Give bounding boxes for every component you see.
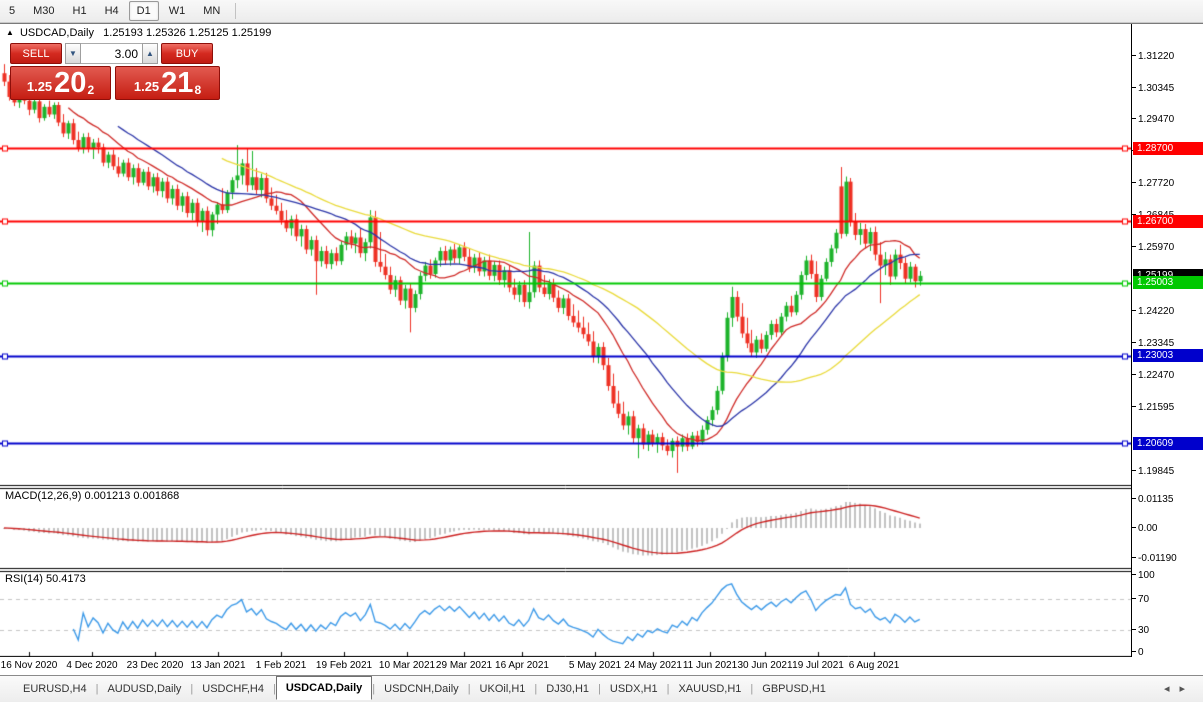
chart-symbol: USDCAD,Daily xyxy=(20,27,94,39)
date-tick-label: 1 Feb 2021 xyxy=(256,660,307,671)
macd-axis-tick: -0.01190 xyxy=(1132,553,1177,564)
macd-axis-tick: 0.01135 xyxy=(1132,494,1173,505)
date-tick-label: 30 Jun 2021 xyxy=(737,660,792,671)
sell-price-pips: 20 xyxy=(54,69,86,97)
buy-price-panel[interactable]: 1.25218 xyxy=(115,66,220,100)
price-tick: 1.24220 xyxy=(1132,306,1174,317)
date-tick-label: 6 Aug 2021 xyxy=(849,660,900,671)
price-tick: 1.30345 xyxy=(1132,83,1174,94)
chart-title-triangle-icon: ▲ xyxy=(6,28,14,37)
price-tick: 1.31220 xyxy=(1132,51,1174,62)
date-tick-label: 19 Feb 2021 xyxy=(316,660,372,671)
date-tick-label: 13 Jan 2021 xyxy=(190,660,245,671)
tab-usdcnh-daily[interactable]: USDCNH,Daily xyxy=(375,680,468,699)
price-level-label: 1.23003 xyxy=(1133,349,1203,362)
toolbar-separator xyxy=(235,3,236,19)
buy-price-figure: 1.25 xyxy=(134,79,159,94)
buy-price-pips: 21 xyxy=(161,69,193,97)
price-tick: 1.23345 xyxy=(1132,338,1174,349)
tab-scroll-buttons: ◂▸ xyxy=(1164,682,1195,695)
tab-usdx-h1[interactable]: USDX,H1 xyxy=(601,680,667,699)
price-level-label: 1.25003 xyxy=(1133,276,1203,289)
date-tick-label: 11 Jun 2021 xyxy=(683,660,737,671)
chart-quotes: 1.25193 1.25326 1.25125 1.25199 xyxy=(103,27,271,39)
date-tick-label: 23 Dec 2020 xyxy=(127,660,184,671)
tab-scroll-right-icon[interactable]: ▸ xyxy=(1179,683,1195,695)
volume-increase-button[interactable]: ▲ xyxy=(142,43,158,64)
date-tick-label: 24 May 2021 xyxy=(624,660,682,671)
price-tick: 1.25970 xyxy=(1132,242,1174,253)
price-chart-canvas[interactable] xyxy=(0,24,1131,657)
price-tick: 1.29470 xyxy=(1132,114,1174,125)
sell-button[interactable]: SELL xyxy=(10,43,62,64)
timeframe-buttons: 5M30H1H4D1W1MN xyxy=(0,1,229,21)
date-tick-label: 4 Dec 2020 xyxy=(66,660,117,671)
buy-button[interactable]: BUY xyxy=(161,43,213,64)
date-axis[interactable]: 16 Nov 2020 4 Dec 2020 23 Dec 2020 13 Jan 2… xyxy=(0,657,1203,676)
mt4-terminal: 5M30H1H4D1W1MN ▲ USDCAD,Daily 1.25193 1.… xyxy=(0,0,1203,702)
tab-dj30-h1[interactable]: DJ30,H1 xyxy=(537,680,598,699)
date-tick-label: 10 Mar 2021 xyxy=(379,660,435,671)
macd-indicator-label: MACD(12,26,9) 0.001213 0.001868 xyxy=(5,490,179,502)
tab-ukoil-h1[interactable]: UKOil,H1 xyxy=(471,680,535,699)
timeframe-h4[interactable]: H4 xyxy=(97,1,127,21)
tab-usdchf-h4[interactable]: USDCHF,H4 xyxy=(193,680,273,699)
volume-input[interactable] xyxy=(81,43,142,64)
date-tick-label: 16 Nov 2020 xyxy=(1,660,58,671)
price-tick: 1.27720 xyxy=(1132,178,1174,189)
chart-title: ▲ USDCAD,Daily 1.25193 1.25326 1.25125 1… xyxy=(6,27,271,39)
price-axis[interactable]: 1.312201.303451.294701.285951.277201.268… xyxy=(1131,24,1203,657)
rsi-axis-tick: 100 xyxy=(1132,570,1155,581)
price-tick: 1.21595 xyxy=(1132,402,1174,413)
timeframe-toolbar: 5M30H1H4D1W1MN xyxy=(0,0,1203,23)
price-level-label: 1.28700 xyxy=(1133,142,1203,155)
rsi-axis-tick: 70 xyxy=(1132,594,1149,605)
rsi-axis-tick: 0 xyxy=(1132,647,1144,658)
volume-decrease-button[interactable]: ▼ xyxy=(65,43,81,64)
one-click-trade-panel: SELL ▼ ▲ BUY 1.25202 1.25218 xyxy=(10,43,226,101)
sell-price-point: 2 xyxy=(87,83,94,97)
tab-gbpusd-h1[interactable]: GBPUSD,H1 xyxy=(753,680,835,699)
chart-tabs: EURUSD,H4|AUDUSD,Daily|USDCHF,H4|USDCAD,… xyxy=(14,679,835,700)
price-tick: 1.22470 xyxy=(1132,370,1174,381)
date-tick-label: 5 May 2021 xyxy=(569,660,621,671)
timeframe-d1[interactable]: D1 xyxy=(129,1,159,21)
price-level-label: 1.20609 xyxy=(1133,437,1203,450)
tab-xauusd-h1[interactable]: XAUUSD,H1 xyxy=(669,680,750,699)
sell-price-figure: 1.25 xyxy=(27,79,52,94)
timeframe-h1[interactable]: H1 xyxy=(65,1,95,21)
timeframe-5[interactable]: 5 xyxy=(1,1,23,21)
chart-window: ▲ USDCAD,Daily 1.25193 1.25326 1.25125 1… xyxy=(0,23,1203,676)
timeframe-mn[interactable]: MN xyxy=(195,1,228,21)
rsi-indicator-label: RSI(14) 50.4173 xyxy=(5,573,86,585)
buy-price-point: 8 xyxy=(194,83,201,97)
tab-scroll-left-icon[interactable]: ◂ xyxy=(1164,683,1180,695)
price-tick: 1.19845 xyxy=(1132,466,1174,477)
date-tick-label: 29 Mar 2021 xyxy=(436,660,492,671)
price-level-label: 1.26700 xyxy=(1133,215,1203,228)
sell-price-panel[interactable]: 1.25202 xyxy=(10,66,111,100)
tab-eurusd-h4[interactable]: EURUSD,H4 xyxy=(14,680,96,699)
macd-axis-tick: 0.00 xyxy=(1132,523,1157,534)
timeframe-w1[interactable]: W1 xyxy=(161,1,194,21)
date-tick-label: 16 Apr 2021 xyxy=(495,660,549,671)
timeframe-m30[interactable]: M30 xyxy=(25,1,62,21)
tab-usdcad-daily[interactable]: USDCAD,Daily xyxy=(276,676,372,700)
date-tick-label: 19 Jul 2021 xyxy=(792,660,844,671)
tab-audusd-daily[interactable]: AUDUSD,Daily xyxy=(98,680,190,699)
chart-tab-bar: EURUSD,H4|AUDUSD,Daily|USDCHF,H4|USDCAD,… xyxy=(0,675,1203,702)
rsi-axis-tick: 30 xyxy=(1132,625,1149,636)
